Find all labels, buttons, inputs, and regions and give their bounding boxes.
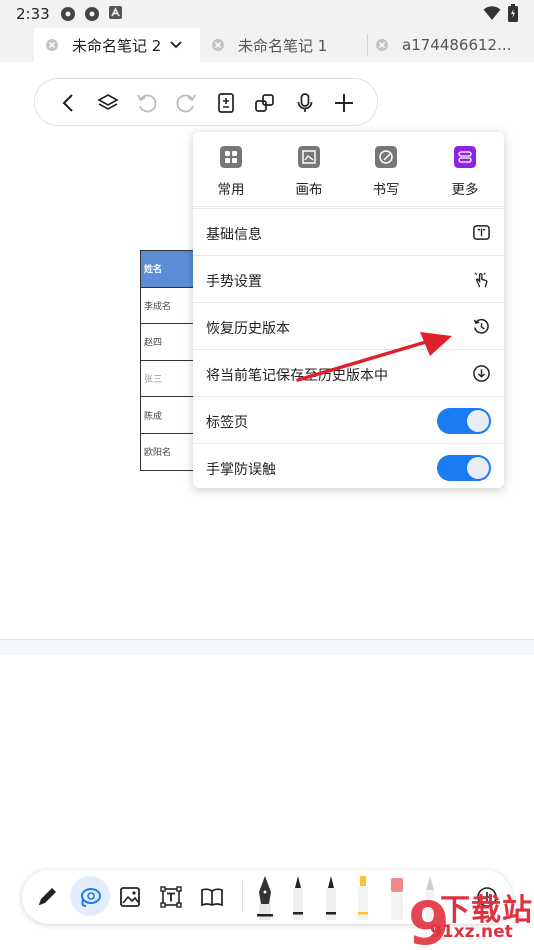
tab-file[interactable]: a174486612...	[374, 28, 534, 62]
category-label: 画布	[295, 182, 323, 198]
menu-item-label: 标签页	[206, 415, 248, 431]
category-more[interactable]: 更多	[435, 146, 495, 198]
menu-category-row: 常用 画布 书写 更多	[193, 132, 504, 207]
pen-icon	[375, 146, 397, 168]
menu-item-label: 基础信息	[206, 227, 262, 243]
toggle-knob	[467, 457, 489, 479]
highlighter-yellow-icon[interactable]	[350, 874, 376, 920]
table-cell: 姓名	[140, 250, 200, 288]
pen-tool-icon[interactable]	[34, 884, 60, 910]
menu-item-gesture[interactable]: 手势设置	[193, 255, 504, 302]
category-canvas[interactable]: 画布	[279, 146, 339, 198]
tab-note-2[interactable]: 未命名笔记 2	[34, 28, 200, 62]
table-cell: 李成名	[140, 286, 200, 325]
gesture-icon	[474, 272, 488, 288]
grid-icon	[220, 146, 242, 168]
history-icon	[473, 318, 489, 334]
menu-item-label: 恢复历史版本	[206, 321, 290, 337]
flower-icon	[85, 7, 99, 21]
flower-icon	[61, 7, 75, 21]
annotation-arrow	[296, 332, 452, 382]
marker-white-icon[interactable]	[318, 874, 344, 920]
undo-icon[interactable]	[135, 91, 159, 115]
image-icon[interactable]	[117, 884, 143, 910]
more-menu: 常用 画布 书写 更多 基础信息 手势设置 恢复历史版本 将当前笔记保存至历史版…	[193, 132, 504, 488]
lasso-icon[interactable]	[77, 884, 103, 910]
tab-label: a174486612...	[402, 36, 512, 54]
top-toolbar	[34, 78, 378, 126]
status-bar: 2:33	[0, 0, 534, 28]
table-cell: 欧阳名	[140, 432, 200, 471]
book-icon	[473, 225, 490, 240]
marker-black-icon[interactable]	[285, 874, 311, 920]
watermark-url: 91xz.net	[430, 922, 513, 942]
add-icon[interactable]	[332, 91, 356, 115]
text-box-icon[interactable]	[158, 884, 184, 910]
tab-bar: 未命名笔记 2 未命名笔记 1 a174486612...	[0, 28, 534, 62]
more-icon	[454, 146, 476, 168]
duplicate-icon[interactable]	[253, 91, 277, 115]
toggle-knob	[467, 410, 489, 432]
tab-page-toggle[interactable]	[437, 408, 491, 434]
tab-label: 未命名笔记 2	[72, 36, 162, 55]
menu-item-palm-rejection: 手掌防误触	[193, 443, 504, 488]
category-common[interactable]: 常用	[201, 146, 261, 198]
layers-icon[interactable]	[96, 91, 120, 115]
back-icon[interactable]	[57, 91, 81, 115]
font-a-icon	[109, 6, 122, 19]
close-tab-icon[interactable]	[374, 37, 390, 53]
tab-note-1[interactable]: 未命名笔记 1	[210, 28, 365, 62]
toolbar-divider	[242, 882, 243, 912]
menu-item-basic-info[interactable]: 基础信息	[193, 208, 504, 255]
fountain-pen-icon[interactable]	[252, 874, 278, 920]
chevron-down-icon[interactable]	[169, 40, 183, 50]
category-label: 常用	[217, 182, 245, 198]
table-cell: 张三	[140, 359, 200, 398]
document-table: 姓名 李成名 赵四 张三 陈成 欧阳名	[140, 250, 200, 471]
page-separator	[0, 639, 534, 655]
status-time: 2:33	[16, 5, 50, 23]
category-label: 书写	[372, 182, 400, 198]
tab-label: 未命名笔记 1	[238, 36, 328, 55]
wifi-icon	[483, 6, 501, 20]
page-icon[interactable]	[214, 91, 238, 115]
close-tab-icon[interactable]	[210, 37, 226, 53]
download-circle-icon	[473, 365, 490, 382]
menu-item-label: 手势设置	[206, 274, 262, 290]
table-cell: 陈成	[140, 396, 200, 434]
redo-icon[interactable]	[174, 91, 198, 115]
category-writing[interactable]: 书写	[356, 146, 416, 198]
table-cell: 赵四	[140, 323, 200, 361]
close-tab-icon[interactable]	[44, 37, 60, 53]
microphone-icon[interactable]	[293, 91, 317, 115]
book-icon[interactable]	[199, 884, 225, 910]
canvas-icon	[298, 146, 320, 168]
category-label: 更多	[451, 182, 479, 198]
battery-icon	[508, 4, 518, 22]
palm-rejection-toggle[interactable]	[437, 455, 491, 481]
tab-divider	[367, 34, 368, 56]
menu-item-label: 手掌防误触	[206, 462, 276, 478]
menu-item-tab-page: 标签页	[193, 396, 504, 443]
